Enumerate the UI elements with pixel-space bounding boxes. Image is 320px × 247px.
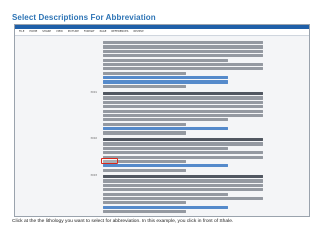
text-line [103,192,228,196]
text-line [103,84,187,88]
text-line [103,109,263,113]
menu-item-picture[interactable]: PICTURE [68,29,79,35]
menu-item-home[interactable]: HOME [29,29,37,35]
menu-item-review[interactable]: REVIEW [133,29,143,35]
record-block[interactable]: 3002 [90,137,263,173]
lithology-selection-highlight[interactable] [101,158,118,164]
text-line [103,164,228,168]
text-line [103,118,228,122]
text-line [103,67,263,71]
text-line [103,151,263,155]
menu-item-page[interactable]: PAGE [100,29,107,35]
text-line [103,168,187,172]
text-line [103,205,228,209]
menu-item-share[interactable]: SHARE [42,29,51,35]
text-line [103,179,263,183]
text-line [103,113,263,118]
text-line [103,122,187,126]
document-area: 3001 3002 3003 [15,37,309,216]
record-id: 3003 [90,174,97,177]
text-line [103,146,228,150]
text-line [103,71,187,75]
text-line [103,188,263,192]
text-line [103,96,263,100]
text-line [103,155,263,159]
text-line [103,138,263,142]
text-line [103,58,228,62]
text-line [103,142,263,146]
instruction-caption: Click at the the lithology you want to s… [12,219,234,224]
menu-item-references[interactable]: REFERENCES [111,29,128,35]
text-line [103,100,263,104]
menu-item-file[interactable]: FILE [19,29,24,35]
menu-item-view[interactable]: VIEW [56,29,63,35]
text-line [103,54,263,58]
record-block[interactable]: 3001 [90,91,263,136]
text-line [103,76,228,80]
record-block[interactable]: 3003 [90,174,263,214]
text-line [103,62,263,67]
menu-bar: FILE HOME SHARE VIEW PICTURE FORMAT PAGE… [15,29,309,36]
text-line [103,80,228,84]
text-line [103,41,263,45]
menu-item-format[interactable]: FORMAT [84,29,95,35]
text-line [103,92,263,96]
text-line [103,210,187,214]
text-line [103,196,263,201]
text-line [103,183,263,187]
record-id: 3001 [90,91,97,94]
text-line [103,201,187,205]
text-line [103,49,263,53]
text-line [103,105,263,109]
page-title: Select Descriptions For Abbreviation [12,13,156,22]
record-id: 3002 [90,137,97,140]
text-line [103,127,228,131]
record-block[interactable] [103,41,263,89]
text-line [103,131,187,135]
text-line [103,45,263,49]
text-line [103,175,263,179]
screenshot: FILE HOME SHARE VIEW PICTURE FORMAT PAGE… [14,24,310,217]
